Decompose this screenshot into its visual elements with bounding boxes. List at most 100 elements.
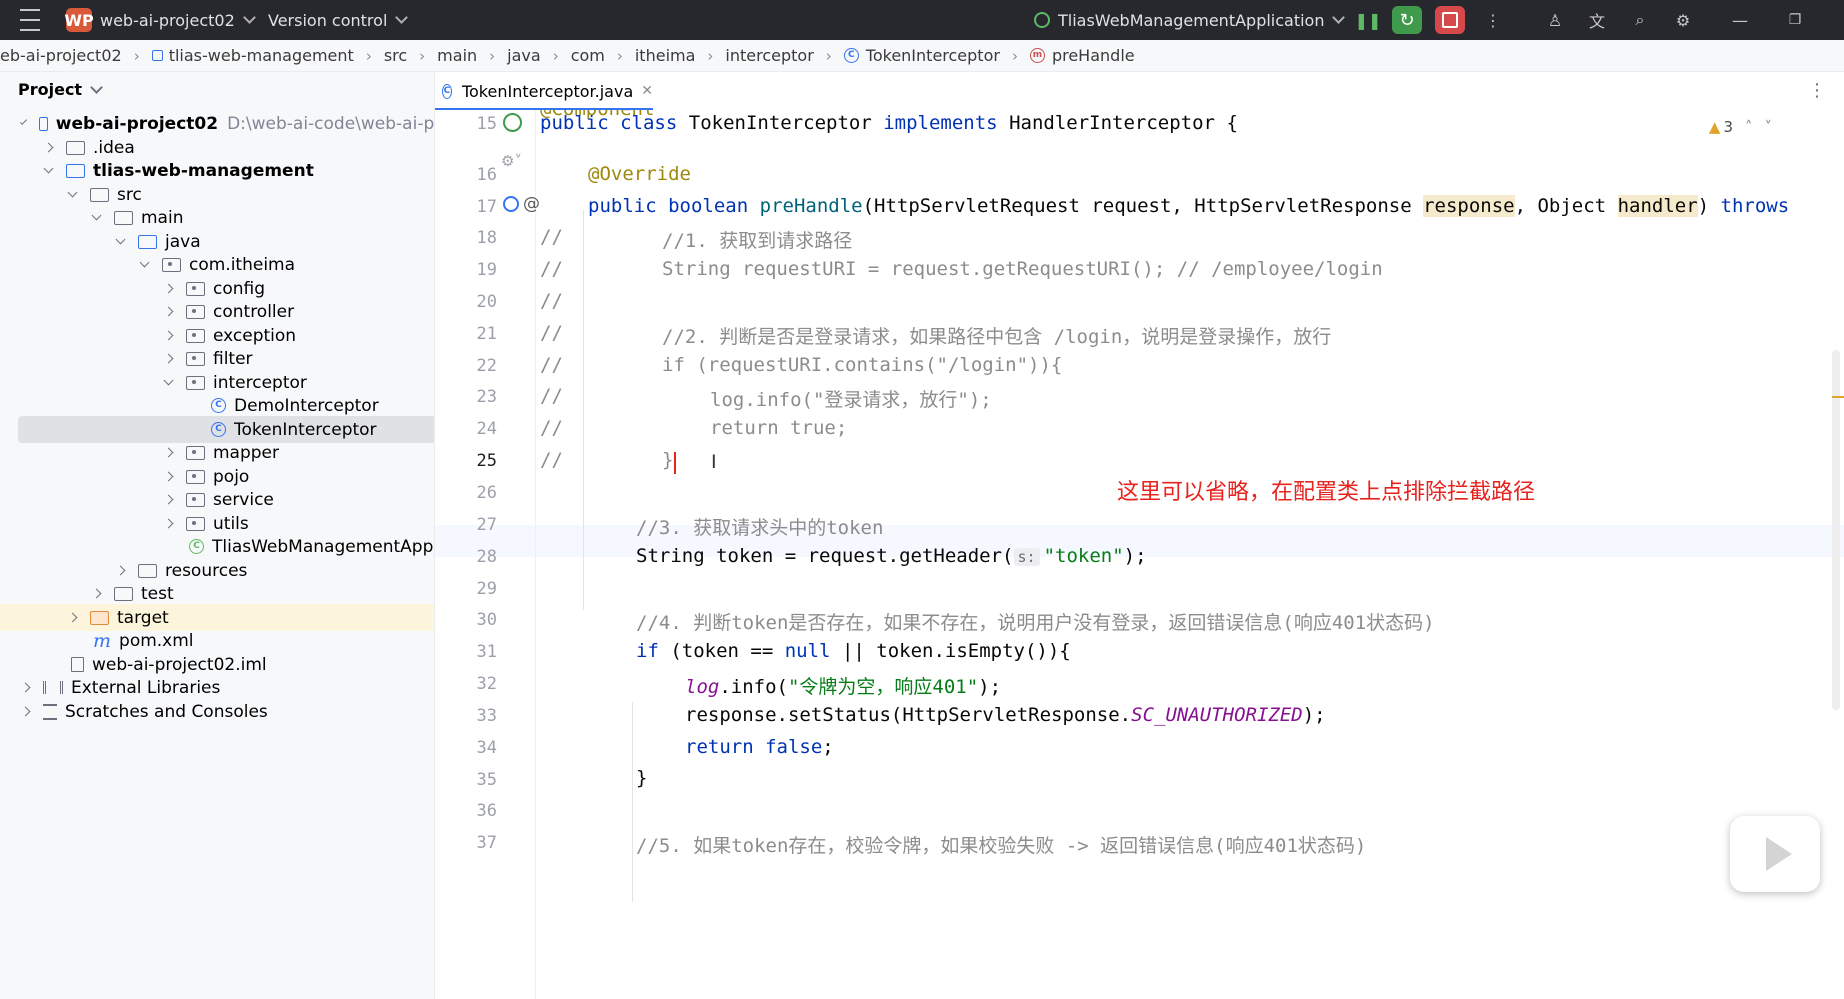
tree-item-label: filter (213, 348, 253, 369)
project-view-selector[interactable]: Project (18, 80, 103, 99)
tree-item-label: TokenInterceptor (234, 419, 377, 440)
crumb-java[interactable]: java (507, 46, 541, 65)
line-number: 24 (476, 419, 497, 439)
tree-item-root[interactable]: web-ai-project02 D:\web-ai-code\web-ai-pr… (0, 110, 434, 137)
code-line-28: String token = request.getHeader(s: "toke… (636, 545, 1147, 567)
code-line-33: response.setStatus(HttpServletResponse.S… (685, 704, 1326, 726)
crumb-class-label: TokenInterceptor (865, 46, 1000, 65)
code-line-21: ////2. 判断是否是登录请求，如果路径中包含 /login，说明是登录操作，… (540, 322, 1332, 348)
code-line-24: //return true; (540, 417, 848, 439)
main-menu-icon[interactable] (20, 0, 46, 40)
stop-button[interactable] (1435, 6, 1465, 34)
code-line-25: //} (540, 449, 676, 474)
line-number: 35 (476, 770, 497, 790)
folder-icon (90, 187, 109, 202)
tree-item-label: pom.xml (119, 630, 194, 651)
crumb-module[interactable]: tlias-web-management (151, 46, 354, 65)
tree-item-scratches[interactable]: Scratches and Consoles (0, 698, 434, 725)
collapse-arrow-icon (67, 612, 78, 623)
tree-item-service[interactable]: service (0, 486, 434, 513)
crumb-com[interactable]: com (571, 46, 605, 65)
tab-options-icon[interactable]: ⋮ (1808, 80, 1826, 101)
video-play-button[interactable] (1730, 816, 1820, 892)
line-number: 16 (476, 165, 497, 185)
vcs-label: Version control (268, 10, 388, 30)
tree-item-package[interactable]: com.itheima (0, 251, 434, 278)
project-name: web-ai-project02 (100, 10, 235, 30)
tree-item-main[interactable]: main (0, 204, 434, 231)
crumb-class[interactable]: C TokenInterceptor (843, 46, 1000, 65)
crumb-main[interactable]: main (437, 46, 477, 65)
tree-item-mapper[interactable]: mapper (0, 439, 434, 466)
line-number: 23 (476, 387, 497, 407)
line-number: 21 (476, 324, 497, 344)
method-icon: m (1029, 48, 1045, 63)
expand-arrow-icon (115, 234, 126, 245)
chevron-right-icon: › (616, 46, 623, 65)
tree-item-external-libraries[interactable]: External Libraries (0, 674, 434, 701)
module-folder-icon (39, 116, 48, 131)
code-with-me-icon[interactable]: ♙ (1543, 0, 1567, 40)
minimize-icon[interactable]: — (1728, 0, 1752, 40)
translate-icon[interactable]: 文 (1585, 0, 1609, 40)
close-icon[interactable]: ✕ (641, 83, 653, 99)
tree-item-label: pojo (213, 466, 250, 487)
crumb-src[interactable]: src (384, 46, 407, 65)
expand-arrow-icon (163, 375, 174, 386)
tree-item-label: com.itheima (189, 254, 296, 275)
tree-item-label: exception (213, 325, 297, 346)
bean-icon[interactable] (503, 113, 522, 132)
indent-guide (632, 702, 633, 902)
line-number: 32 (476, 674, 497, 694)
vcs-menu[interactable]: Version control (268, 0, 409, 40)
library-icon (43, 681, 63, 694)
crumb-project[interactable]: eb-ai-project02 (0, 46, 122, 65)
rerun-button[interactable]: ↻ (1392, 6, 1422, 34)
line-number: 19 (476, 260, 497, 280)
chevron-up-icon[interactable]: ˄ (1745, 118, 1753, 136)
search-icon[interactable]: ⌕ (1628, 0, 1652, 40)
line-number: 27 (476, 515, 497, 535)
gear-icon[interactable]: ⚙˅ (501, 152, 522, 170)
maven-icon: m (93, 629, 112, 652)
resources-folder-icon (138, 563, 157, 578)
inspection-widget[interactable]: ▲ 3 ˄ ˅ (1709, 118, 1772, 136)
chevron-right-icon: › (133, 46, 140, 65)
tree-item-label: DemoInterceptor (234, 395, 379, 416)
tree-item-demo-interceptor[interactable]: C DemoInterceptor (0, 392, 434, 419)
crumb-interceptor[interactable]: interceptor (725, 46, 813, 65)
package-icon (186, 445, 205, 460)
package-icon (186, 328, 205, 343)
tree-item-label: mapper (213, 442, 280, 463)
spring-boot-icon (1034, 12, 1050, 28)
tree-item-controller[interactable]: controller (0, 298, 434, 325)
annotation-at-icon[interactable]: @ (523, 194, 540, 214)
editor-scrollbar[interactable] (1832, 350, 1840, 710)
chevron-down-icon[interactable]: ˅ (1765, 118, 1773, 136)
more-actions-icon[interactable]: ⋮ (1481, 0, 1505, 40)
debug-icon[interactable]: ❚❚ (1355, 0, 1382, 40)
run-config-selector[interactable]: TliasWebManagementApplication (1034, 0, 1346, 40)
package-icon (186, 469, 205, 484)
settings-icon[interactable]: ⚙ (1671, 0, 1695, 40)
line-number: 29 (476, 579, 497, 599)
project-switcher[interactable]: web-ai-project02 (100, 0, 256, 40)
tree-item-label: web-ai-project02.iml (92, 654, 267, 675)
collapse-arrow-icon (163, 330, 174, 341)
tree-item-module[interactable]: tlias-web-management (0, 157, 434, 184)
tree-item-test[interactable]: test (0, 580, 434, 607)
tree-item-label: .idea (93, 137, 135, 158)
package-icon (186, 375, 205, 390)
tab-token-interceptor[interactable]: C TokenInterceptor.java ✕ (435, 72, 653, 111)
tree-item-pom[interactable]: m pom.xml (0, 627, 434, 654)
crumb-method[interactable]: m preHandle (1029, 46, 1135, 65)
crumb-module-label: tlias-web-management (168, 46, 354, 65)
warning-marker[interactable] (1832, 396, 1844, 398)
code-editor[interactable]: ▲3 ˄ ˅ @Component 15 16 17 18 19 20 21 2… (435, 110, 1844, 999)
expand-arrow-icon (20, 117, 28, 126)
restore-icon[interactable]: ❐ (1783, 0, 1807, 40)
tree-item-filter[interactable]: filter (0, 345, 434, 372)
tree-item-application[interactable]: C TliasWebManagementApplica (0, 533, 434, 560)
override-method-icon[interactable] (503, 196, 519, 212)
crumb-itheima[interactable]: itheima (635, 46, 696, 65)
